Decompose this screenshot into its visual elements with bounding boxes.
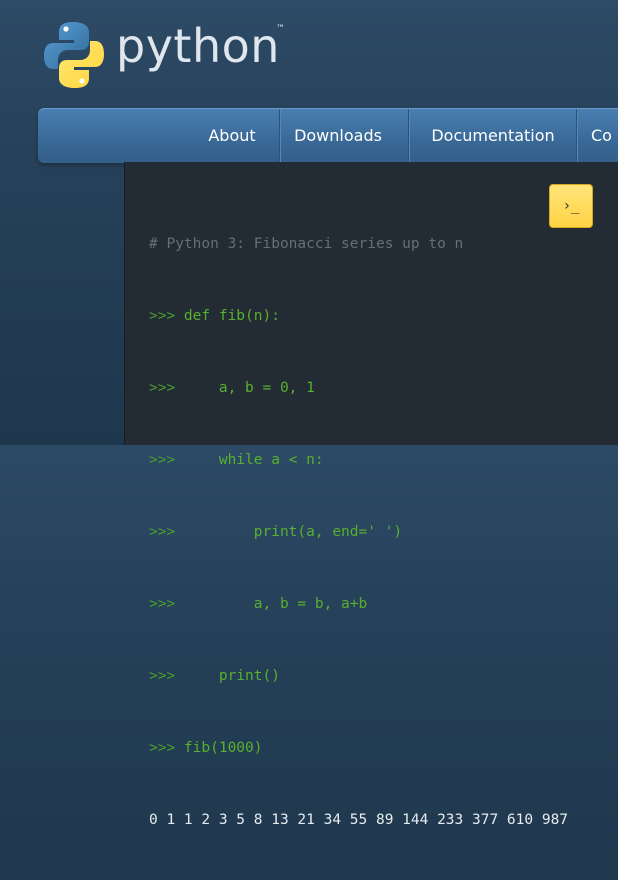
repl-prompt: >>> — [149, 740, 184, 756]
trademark-symbol: ™ — [276, 24, 285, 34]
site-header: python ™ — [0, 0, 618, 108]
repl-prompt: >>> — [149, 380, 184, 396]
nav-divider — [279, 109, 280, 163]
interactive-code-sample: # Python 3: Fibonacci series up to n >>>… — [124, 162, 618, 828]
main-nav: About Downloads Documentation Co — [38, 108, 618, 163]
code-text: print(a, end=' ') — [183, 524, 403, 540]
nav-divider — [576, 109, 577, 163]
launch-shell-button[interactable]: ›_ — [549, 184, 593, 228]
code-block: # Python 3: Fibonacci series up to n >>>… — [149, 184, 568, 880]
python-logo[interactable]: python ™ — [40, 16, 285, 96]
code-text: def fib(n): — [183, 308, 280, 324]
repl-prompt: >>> — [149, 524, 184, 540]
terminal-icon: ›_ — [562, 198, 580, 214]
nav-divider — [408, 109, 409, 163]
code-line: >>> a, b = 0, 1 — [149, 376, 568, 400]
code-text: fib(1000) — [183, 740, 263, 756]
code-line: >>> print() — [149, 664, 568, 688]
code-line: >>> fib(1000) — [149, 736, 568, 760]
repl-prompt: >>> — [149, 452, 184, 468]
repl-prompt: >>> — [149, 308, 184, 324]
repl-prompt: >>> — [149, 668, 184, 684]
nav-item-documentation[interactable]: Documentation — [418, 109, 568, 163]
code-line: # Python 3: Fibonacci series up to n — [149, 232, 568, 256]
code-text: print() — [183, 668, 280, 684]
code-line: >>> def fib(n): — [149, 304, 568, 328]
nav-item-downloads[interactable]: Downloads — [288, 109, 388, 163]
nav-item-about[interactable]: About — [188, 109, 276, 163]
code-line: >>> a, b = b, a+b — [149, 592, 568, 616]
nav-item-community[interactable]: Co — [591, 109, 618, 163]
code-comment: # Python 3: Fibonacci series up to n — [149, 236, 464, 252]
code-line: >>> while a < n: — [149, 448, 568, 472]
code-line: >>> print(a, end=' ') — [149, 520, 568, 544]
code-text: a, b = 0, 1 — [183, 380, 315, 396]
python-logo-icon — [44, 22, 104, 88]
repl-prompt: >>> — [149, 596, 184, 612]
code-text: a, b = b, a+b — [183, 596, 368, 612]
code-line: 0 1 1 2 3 5 8 13 21 34 55 89 144 233 377… — [149, 808, 568, 832]
code-output: 0 1 1 2 3 5 8 13 21 34 55 89 144 233 377… — [149, 812, 569, 828]
python-wordmark: python — [116, 19, 280, 73]
code-text: while a < n: — [183, 452, 324, 468]
